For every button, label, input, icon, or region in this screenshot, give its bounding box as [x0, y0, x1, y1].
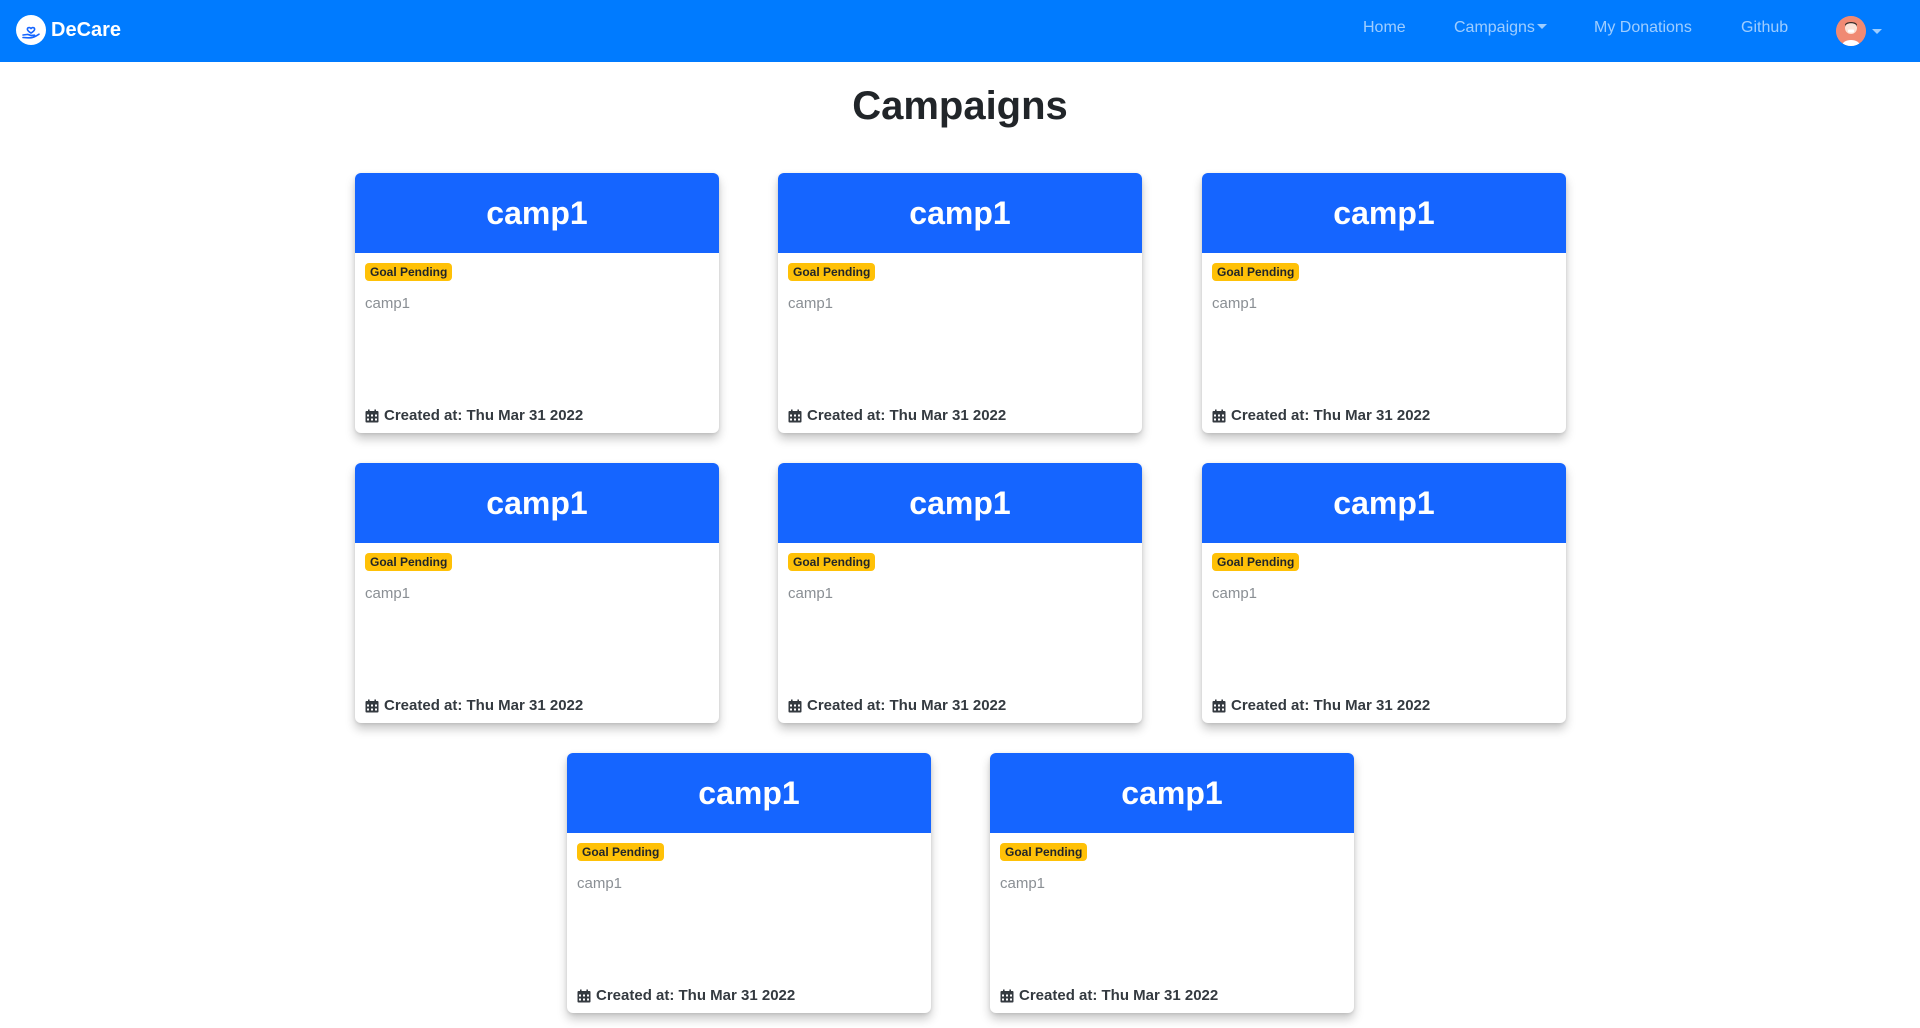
campaign-card-title: camp1: [355, 173, 719, 253]
campaign-created-date: Created at: Thu Mar 31 2022: [365, 407, 583, 424]
campaign-card-title: camp1: [567, 753, 931, 833]
campaign-description: camp1: [577, 875, 623, 892]
nav-github[interactable]: Github: [1741, 19, 1788, 37]
status-badge: Goal Pending: [788, 553, 876, 571]
brand-name: DeCare: [51, 18, 122, 41]
campaign-card-title: camp1: [1202, 463, 1566, 543]
calendar-icon: [365, 699, 379, 712]
calendar-icon: [1212, 409, 1226, 422]
status-badge: Goal Pending: [788, 263, 876, 281]
campaign-created-date: Created at: Thu Mar 31 2022: [1212, 697, 1430, 714]
calendar-icon: [1000, 989, 1014, 1002]
nav-campaigns-label: Campaigns: [1454, 19, 1535, 36]
campaign-created-date: Created at: Thu Mar 31 2022: [1212, 407, 1430, 424]
calendar-icon: [788, 699, 802, 712]
nav-my-donations[interactable]: My Donations: [1594, 19, 1692, 37]
calendar-icon: [788, 409, 802, 422]
campaign-description: camp1: [1000, 875, 1046, 892]
campaign-card[interactable]: camp1 Goal Pending camp1 Created at: Thu…: [355, 173, 719, 433]
created-at-text: Created at: Thu Mar 31 2022: [807, 407, 1007, 424]
status-badge: Goal Pending: [1000, 843, 1088, 861]
status-badge: Goal Pending: [1212, 553, 1300, 571]
campaign-card-title: camp1: [990, 753, 1354, 833]
calendar-icon: [365, 409, 379, 422]
created-at-text: Created at: Thu Mar 31 2022: [384, 697, 584, 714]
created-at-text: Created at: Thu Mar 31 2022: [1231, 407, 1431, 424]
chevron-down-icon: [1872, 28, 1882, 34]
campaign-card-title: camp1: [778, 173, 1142, 253]
created-at-text: Created at: Thu Mar 31 2022: [807, 697, 1007, 714]
campaign-created-date: Created at: Thu Mar 31 2022: [577, 987, 795, 1004]
campaign-card[interactable]: camp1 Goal Pending camp1 Created at: Thu…: [355, 463, 719, 723]
top-navbar: DeCare Home Campaigns My Donations Githu…: [0, 0, 1920, 62]
campaign-description: camp1: [788, 295, 834, 312]
created-at-text: Created at: Thu Mar 31 2022: [1231, 697, 1431, 714]
campaign-description: camp1: [788, 585, 834, 602]
brand-link[interactable]: DeCare: [16, 15, 121, 45]
heart-hand-logo-icon: [16, 15, 46, 45]
created-at-text: Created at: Thu Mar 31 2022: [384, 407, 584, 424]
status-badge: Goal Pending: [1212, 263, 1300, 281]
status-badge: Goal Pending: [365, 553, 453, 571]
campaign-description: camp1: [1212, 295, 1258, 312]
chevron-down-icon: [1536, 24, 1547, 29]
nav-home[interactable]: Home: [1363, 19, 1406, 37]
campaign-card[interactable]: camp1 Goal Pending camp1 Created at: Thu…: [567, 753, 931, 1013]
user-avatar-icon: [1836, 16, 1866, 46]
campaign-card-title: camp1: [1202, 173, 1566, 253]
campaign-description: camp1: [365, 585, 411, 602]
campaign-card-title: camp1: [778, 463, 1142, 543]
campaign-card[interactable]: camp1 Goal Pending camp1 Created at: Thu…: [1202, 173, 1566, 433]
nav-campaigns-dropdown[interactable]: Campaigns: [1454, 19, 1547, 37]
campaign-created-date: Created at: Thu Mar 31 2022: [365, 697, 583, 714]
status-badge: Goal Pending: [365, 263, 453, 281]
user-menu-toggle[interactable]: [1836, 16, 1882, 46]
campaign-description: camp1: [365, 295, 411, 312]
created-at-text: Created at: Thu Mar 31 2022: [596, 987, 796, 1004]
status-badge: Goal Pending: [577, 843, 665, 861]
campaign-card-title: camp1: [355, 463, 719, 543]
campaign-created-date: Created at: Thu Mar 31 2022: [788, 407, 1006, 424]
campaign-card[interactable]: camp1 Goal Pending camp1 Created at: Thu…: [778, 173, 1142, 433]
created-at-text: Created at: Thu Mar 31 2022: [1019, 987, 1219, 1004]
campaign-card[interactable]: camp1 Goal Pending camp1 Created at: Thu…: [990, 753, 1354, 1013]
campaign-card[interactable]: camp1 Goal Pending camp1 Created at: Thu…: [1202, 463, 1566, 723]
campaign-description: camp1: [1212, 585, 1258, 602]
campaign-created-date: Created at: Thu Mar 31 2022: [1000, 987, 1218, 1004]
calendar-icon: [577, 989, 591, 1002]
campaign-created-date: Created at: Thu Mar 31 2022: [788, 697, 1006, 714]
calendar-icon: [1212, 699, 1226, 712]
campaign-card[interactable]: camp1 Goal Pending camp1 Created at: Thu…: [778, 463, 1142, 723]
page-title: Campaigns: [852, 84, 1068, 128]
